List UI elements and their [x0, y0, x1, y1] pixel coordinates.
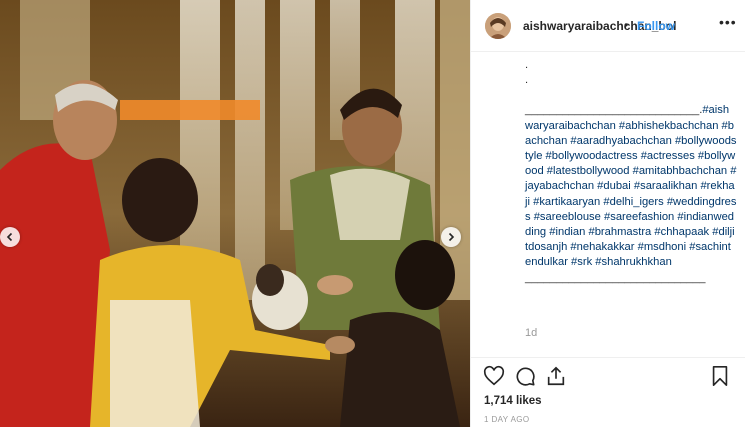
hashtag-link[interactable]: #msdhoni [638, 241, 687, 253]
heart-icon [483, 365, 505, 386]
hashtag-link[interactable]: #chhapaak [654, 226, 709, 238]
hashtag-link[interactable]: #aaradhyabachchan [570, 135, 671, 147]
more-options-button[interactable]: ••• [719, 14, 737, 30]
photo-image [0, 0, 470, 427]
like-button[interactable] [483, 365, 507, 389]
hashtag-link[interactable]: #srk [571, 256, 592, 268]
hashtag-link[interactable]: #abhishekbachchan [619, 120, 719, 132]
next-photo-button[interactable] [441, 227, 461, 247]
caption-hashtags: ____________________________.#aishwaryar… [525, 103, 737, 285]
action-bar [471, 365, 745, 391]
chevron-left-icon [6, 232, 13, 242]
avatar-image [485, 13, 511, 39]
hashtag-link[interactable]: #kartikaaryan [533, 196, 600, 208]
hashtag-link[interactable]: #amitabhbachchan [633, 165, 728, 177]
hashtag-link[interactable]: #latestbollywood [547, 165, 630, 177]
caption-underline: ____________________________. [525, 104, 703, 117]
follow-button[interactable]: Follow [637, 19, 675, 33]
comment-icon [516, 367, 535, 386]
hashtag-link[interactable]: #shahrukhkhan [595, 256, 672, 268]
post-timestamp[interactable]: 1 DAY AGO [484, 415, 530, 424]
hashtag-link[interactable]: #actresses [641, 150, 695, 162]
post-sidebar: aishwaryaraibachchan_bol • Follow ••• . … [470, 0, 745, 427]
hashtag-link[interactable]: #dubai [597, 180, 631, 192]
like-count[interactable]: 1,714 likes [484, 395, 542, 407]
save-button[interactable] [709, 365, 733, 389]
avatar[interactable] [485, 13, 511, 39]
post-caption: . . ____________________________.#aishwa… [525, 58, 737, 286]
post-header: aishwaryaraibachchan_bol • Follow ••• [471, 0, 745, 52]
caption-dot-line: . [525, 59, 529, 71]
share-icon [547, 366, 565, 386]
hashtag-link[interactable]: #sareeblouse [534, 211, 601, 223]
hashtag-link[interactable]: #brahmastra [588, 226, 651, 238]
hashtag-link[interactable]: #saraalikhan [634, 180, 697, 192]
hashtag-link[interactable]: #bollywoodactress [546, 150, 638, 162]
actions-divider [471, 357, 745, 358]
chevron-right-icon [448, 232, 455, 242]
share-button[interactable] [545, 365, 569, 389]
hashtag-link[interactable]: #indian [549, 226, 585, 238]
hashtag-link[interactable]: #sareefashion [604, 211, 674, 223]
post-photo[interactable] [0, 0, 470, 427]
comment-button[interactable] [514, 365, 538, 389]
bookmark-icon [712, 366, 728, 386]
hashtag-link[interactable]: #nehakakkar [570, 241, 634, 253]
instagram-post: aishwaryaraibachchan_bol • Follow ••• . … [0, 0, 745, 427]
post-age: 1d [525, 327, 538, 339]
caption-underline: _____________________________ [525, 271, 706, 284]
caption-dot-line: . [525, 74, 529, 87]
separator-dot: • [624, 18, 629, 32]
previous-photo-button[interactable] [0, 227, 20, 247]
hashtag-link[interactable]: #delhi_igers [603, 196, 663, 208]
